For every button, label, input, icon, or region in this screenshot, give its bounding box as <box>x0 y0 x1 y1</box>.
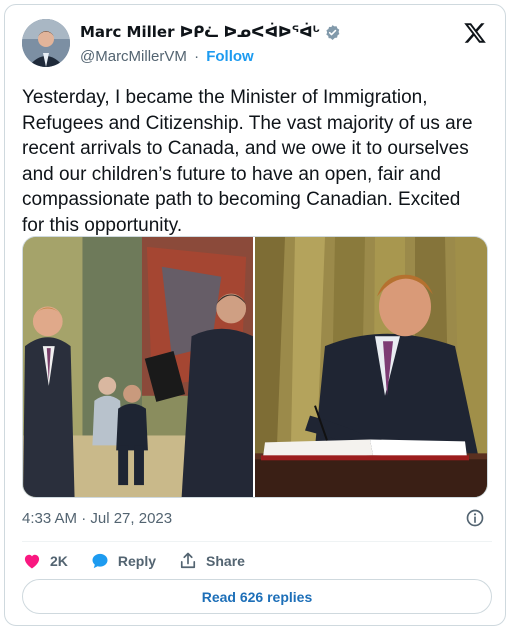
author-name-line: Marc Miller ᐅᑭᓛ ᐅᓄᐸᐋᐅᕐᐋᒡ <box>80 23 341 41</box>
like-button[interactable]: 2K <box>22 551 68 571</box>
signing-document-photo[interactable] <box>255 237 487 497</box>
author-display-name[interactable]: Marc Miller ᐅᑭᓛ ᐅᓄᐸᐋᐅᕐᐋᒡ <box>80 23 320 41</box>
share-button[interactable]: Share <box>178 551 245 571</box>
follow-button[interactable]: Follow <box>206 48 254 65</box>
avatar[interactable] <box>22 19 70 67</box>
read-replies-button[interactable]: Read 626 replies <box>22 579 492 614</box>
post-timestamp[interactable]: 4:33 AM · Jul 27, 2023 <box>22 510 172 527</box>
verified-badge-icon <box>326 24 340 40</box>
x-logo-icon[interactable] <box>463 21 487 45</box>
read-replies-label: Read 626 replies <box>201 588 313 605</box>
separator-dot: · <box>194 48 200 65</box>
action-bar: 2K Reply Share <box>22 551 267 571</box>
author-handle-line: @MarcMillerVM · Follow <box>80 48 254 65</box>
share-label: Share <box>206 553 245 569</box>
reply-button[interactable]: Reply <box>90 551 156 571</box>
speech-bubble-icon <box>92 553 108 569</box>
share-icon <box>180 552 196 569</box>
divider <box>22 541 492 542</box>
heart-icon <box>24 554 40 569</box>
info-icon[interactable] <box>465 508 485 528</box>
tweet-embed-card: Marc Miller ᐅᑭᓛ ᐅᓄᐸᐋᐅᕐᐋᒡ @MarcMillerVM ·… <box>4 4 506 626</box>
reply-label: Reply <box>117 553 157 569</box>
like-count: 2K <box>50 553 68 569</box>
author-handle[interactable]: @MarcMillerVM <box>80 48 187 65</box>
media-grid <box>22 236 488 498</box>
swearing-in-ceremony-photo[interactable] <box>23 237 255 497</box>
tweet-text: Yesterday, I became the Minister of Immi… <box>22 87 473 236</box>
